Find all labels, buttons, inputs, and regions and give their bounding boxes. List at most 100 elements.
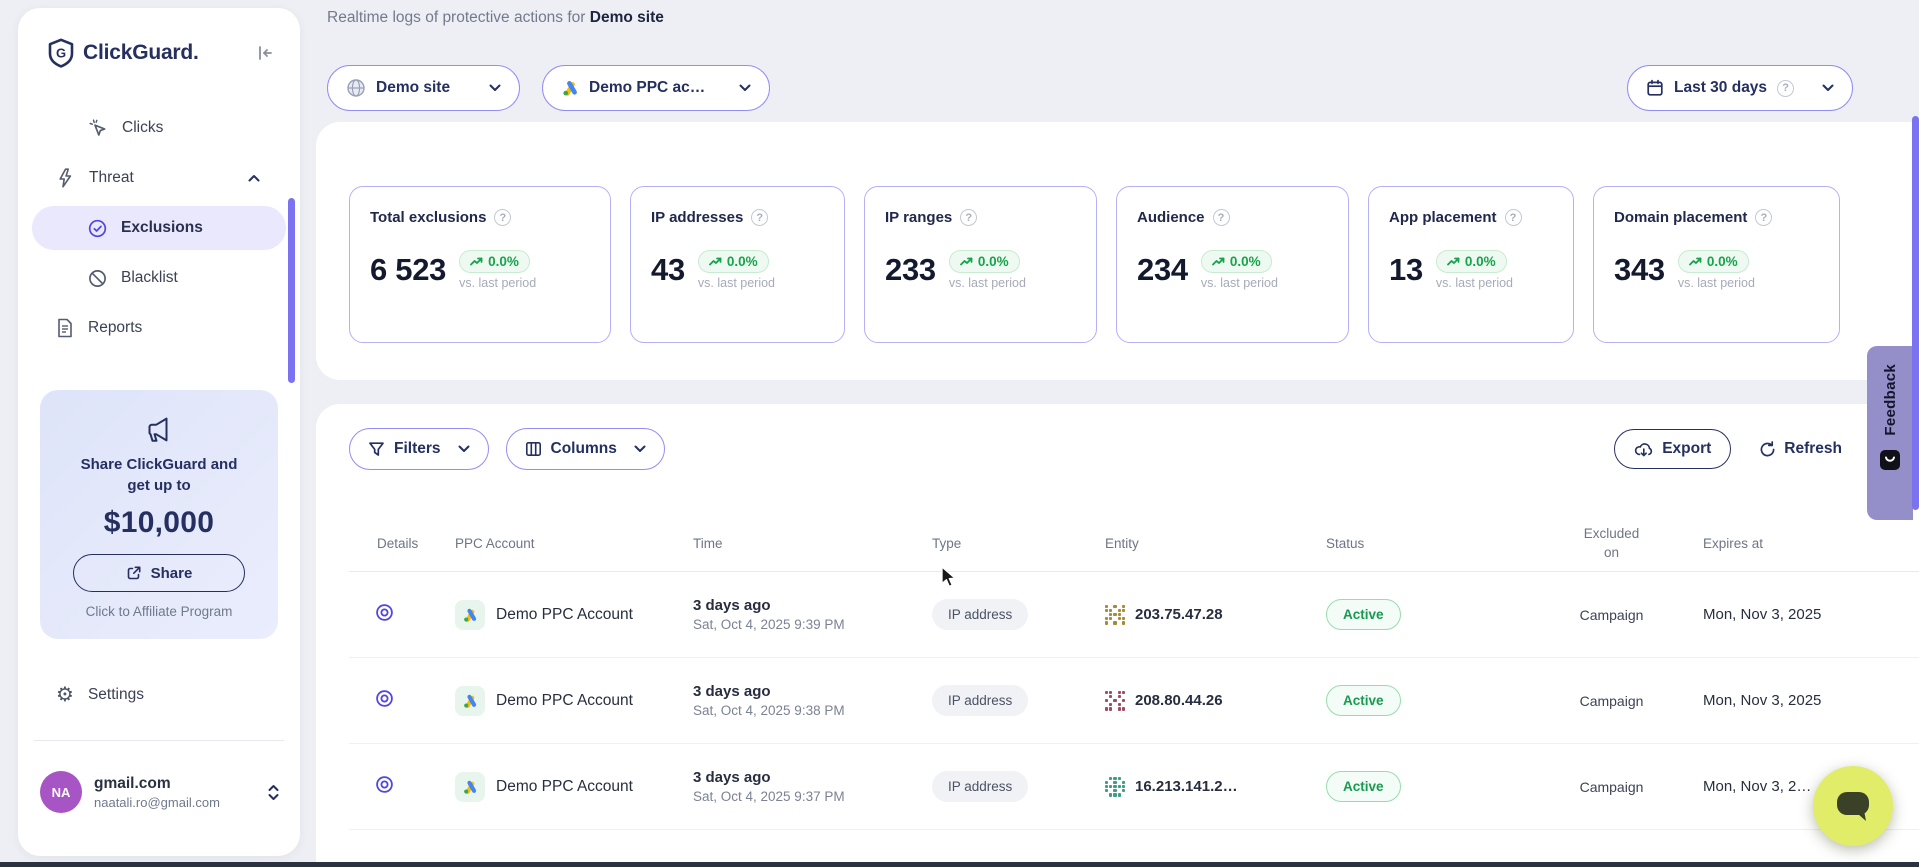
sidebar-collapse-button[interactable]	[256, 44, 274, 62]
sidebar-item-label: Threat	[89, 169, 134, 187]
column-header-status: Status	[1326, 536, 1538, 551]
time-absolute: Sat, Oct 4, 2025 9:38 PM	[693, 703, 932, 718]
entity-value: 203.75.47.28	[1135, 606, 1223, 623]
stat-caption: vs. last period	[459, 276, 536, 290]
export-button[interactable]: Export	[1614, 429, 1731, 469]
help-icon[interactable]: ?	[494, 209, 511, 226]
time-relative: 3 days ago	[693, 683, 932, 700]
time-relative: 3 days ago	[693, 597, 932, 614]
cursor-click-icon	[88, 118, 108, 138]
globe-icon	[346, 78, 366, 98]
view-details-button[interactable]	[375, 603, 394, 622]
stat-delta: 0.0%	[1465, 254, 1496, 269]
ban-icon	[88, 269, 107, 288]
help-icon[interactable]: ?	[1505, 209, 1522, 226]
filters-button[interactable]: Filters	[349, 428, 489, 470]
time-absolute: Sat, Oct 4, 2025 9:39 PM	[693, 617, 932, 632]
chat-launcher-button[interactable]	[1813, 766, 1893, 846]
eye-icon	[375, 775, 394, 794]
type-badge: IP address	[932, 685, 1028, 716]
ppc-account-name: Demo PPC Account	[496, 692, 633, 710]
sidebar-item-settings[interactable]: ⚙ Settings	[18, 675, 300, 715]
column-header-expires-at: Expires at	[1685, 536, 1915, 551]
exclusions-table-panel: Filters Columns	[316, 404, 1919, 867]
column-header-entity: Entity	[1105, 536, 1326, 551]
account-switcher[interactable]: NA gmail.com naatali.ro@gmail.com	[40, 771, 280, 813]
type-badge: IP address	[932, 599, 1028, 630]
stat-caption: vs. last period	[949, 276, 1026, 290]
column-header-details: Details	[349, 536, 455, 551]
trend-up-icon	[470, 257, 483, 266]
bottom-edge-bar	[0, 862, 1919, 867]
status-badge: Active	[1326, 771, 1401, 802]
gear-icon: ⚙	[56, 685, 74, 705]
stat-app-placement: App placement? 13 0.0% vs. last period	[1368, 186, 1574, 343]
help-icon[interactable]: ?	[751, 209, 768, 226]
column-header-ppc-account: PPC Account	[455, 536, 693, 551]
collapse-icon	[256, 44, 274, 62]
time-absolute: Sat, Oct 4, 2025 9:37 PM	[693, 789, 932, 804]
column-header-type: Type	[932, 536, 1105, 551]
share-button[interactable]: Share	[73, 554, 245, 592]
help-icon[interactable]: ?	[1755, 209, 1772, 226]
entity-identicon	[1105, 605, 1125, 625]
google-ads-icon	[561, 79, 579, 97]
sidebar-item-reports[interactable]: Reports	[32, 306, 286, 350]
stat-delta: 0.0%	[978, 254, 1009, 269]
view-details-button[interactable]	[375, 689, 394, 708]
chevron-up-icon	[248, 174, 260, 182]
ppc-selector-label: Demo PPC ac…	[589, 79, 705, 97]
help-icon[interactable]: ?	[1213, 209, 1230, 226]
sidebar-item-threat[interactable]: Threat	[32, 156, 286, 200]
table-header-row: Details PPC Account Time Type Entity Sta…	[349, 516, 1919, 572]
chevron-down-icon	[458, 445, 470, 453]
feedback-tab-label: Feedback	[1882, 364, 1899, 436]
feedback-tab[interactable]: Feedback	[1867, 346, 1913, 520]
site-selector[interactable]: Demo site	[327, 65, 520, 111]
columns-icon	[525, 441, 542, 457]
page-scrollbar[interactable]	[1912, 116, 1919, 510]
calendar-icon	[1646, 79, 1664, 97]
sidebar-scrollbar[interactable]	[288, 198, 295, 383]
refresh-button[interactable]: Refresh	[1759, 440, 1842, 458]
time-relative: 3 days ago	[693, 769, 932, 786]
clickguard-logo-icon: G	[48, 38, 74, 68]
google-ads-icon	[455, 772, 485, 802]
expires-at-value: Mon, Nov 3, 2025	[1685, 692, 1915, 709]
eye-icon	[375, 603, 394, 622]
refresh-icon	[1759, 441, 1776, 458]
type-badge: IP address	[932, 771, 1028, 802]
promo-title: Share ClickGuard and get up to	[68, 454, 250, 496]
chat-bubble-icon	[1834, 789, 1872, 823]
date-range-selector[interactable]: Last 30 days ?	[1627, 65, 1853, 111]
filter-icon	[368, 441, 385, 457]
stat-domain-placement: Domain placement? 343 0.0% vs. last peri…	[1593, 186, 1840, 343]
view-details-button[interactable]	[375, 775, 394, 794]
affiliate-promo-card[interactable]: Share ClickGuard and get up to $10,000 S…	[40, 390, 278, 639]
stat-label: IP ranges	[885, 209, 952, 226]
sidebar-item-exclusions[interactable]: Exclusions	[32, 206, 286, 250]
sidebar: G ClickGuard.	[18, 8, 300, 856]
refresh-button-label: Refresh	[1784, 440, 1842, 458]
stat-caption: vs. last period	[1436, 276, 1513, 290]
stat-value: 43	[651, 252, 685, 288]
stat-label: Total exclusions	[370, 209, 486, 226]
stat-caption: vs. last period	[1201, 276, 1278, 290]
ppc-account-selector[interactable]: Demo PPC ac…	[542, 65, 770, 111]
stat-value: 233	[885, 252, 936, 288]
account-email: naatali.ro@gmail.com	[94, 795, 220, 810]
table-toolbar: Filters Columns	[316, 428, 1919, 470]
expires-at-value: Mon, Nov 3, 2025	[1685, 606, 1915, 623]
sidebar-item-clicks[interactable]: Clicks	[32, 106, 286, 150]
sidebar-item-blacklist[interactable]: Blacklist	[32, 256, 286, 300]
trend-up-icon	[960, 257, 973, 266]
table-row: Demo PPC Account 3 days agoSat, Oct 4, 2…	[349, 572, 1919, 658]
columns-button[interactable]: Columns	[506, 428, 665, 470]
trend-up-icon	[1447, 257, 1460, 266]
sidebar-item-label: Reports	[88, 319, 142, 337]
help-icon[interactable]: ?	[960, 209, 977, 226]
trend-up-icon	[1689, 257, 1702, 266]
account-name: gmail.com	[94, 775, 220, 793]
excluded-on-value: Campaign	[1538, 693, 1685, 709]
stat-label: App placement	[1389, 209, 1497, 226]
